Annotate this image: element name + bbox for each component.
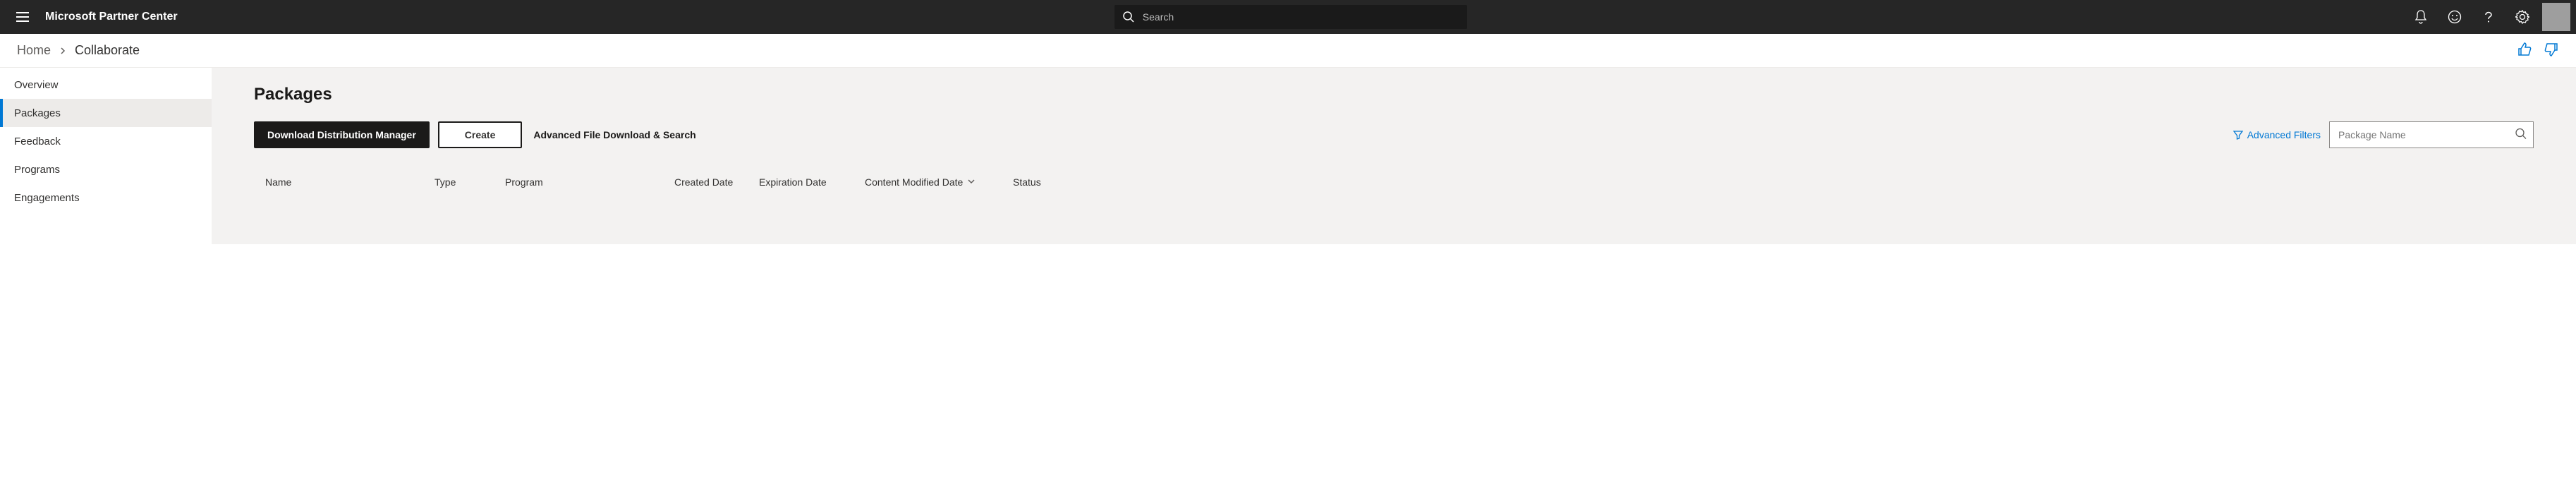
thumbs-down-icon	[2544, 42, 2559, 57]
breadcrumb-home[interactable]: Home	[17, 43, 51, 58]
search-icon	[2515, 128, 2527, 142]
create-button[interactable]: Create	[438, 121, 523, 148]
toolbar: Download Distribution Manager Create Adv…	[254, 121, 2534, 148]
sidebar: Overview Packages Feedback Programs Enga…	[0, 68, 212, 244]
advanced-filters-link[interactable]: Advanced Filters	[2233, 129, 2321, 140]
chevron-right-icon	[59, 43, 66, 58]
app-title: Microsoft Partner Center	[40, 11, 178, 23]
sidebar-item-label: Programs	[14, 164, 60, 176]
app-header: Microsoft Partner Center	[0, 0, 2576, 34]
help-button[interactable]	[2472, 0, 2505, 34]
column-header-name[interactable]: Name	[265, 176, 435, 188]
search-icon	[1123, 11, 1134, 23]
advanced-filters-label: Advanced Filters	[2247, 129, 2321, 140]
filter-input-wrap	[2329, 121, 2534, 148]
column-header-expiration-date[interactable]: Expiration Date	[759, 176, 865, 188]
smiley-icon	[2448, 10, 2462, 24]
thumbs-down-button[interactable]	[2544, 42, 2559, 59]
breadcrumb-current: Collaborate	[75, 43, 140, 58]
hamburger-icon	[16, 12, 29, 22]
advanced-file-download-link[interactable]: Advanced File Download & Search	[533, 129, 695, 140]
sidebar-item-feedback[interactable]: Feedback	[0, 127, 212, 155]
table-header: Name Type Program Created Date Expiratio…	[254, 176, 2534, 188]
thumbs-up-button[interactable]	[2517, 42, 2532, 59]
sidebar-item-packages[interactable]: Packages	[0, 99, 212, 127]
gear-icon	[2515, 10, 2529, 24]
sidebar-item-programs[interactable]: Programs	[0, 155, 212, 184]
column-header-program[interactable]: Program	[505, 176, 674, 188]
main-content: Packages Download Distribution Manager C…	[212, 68, 2576, 244]
sidebar-item-label: Feedback	[14, 136, 61, 148]
thumbs-up-icon	[2517, 42, 2532, 57]
column-header-type[interactable]: Type	[435, 176, 505, 188]
avatar[interactable]	[2542, 3, 2570, 31]
sidebar-item-label: Engagements	[14, 192, 80, 204]
breadcrumb-bar: Home Collaborate	[0, 34, 2576, 68]
column-header-created-date[interactable]: Created Date	[674, 176, 759, 188]
bell-icon	[2414, 10, 2427, 24]
question-icon	[2482, 11, 2495, 23]
download-distribution-manager-button[interactable]: Download Distribution Manager	[254, 121, 430, 148]
filter-icon	[2233, 130, 2243, 140]
column-header-status[interactable]: Status	[1013, 176, 1069, 188]
settings-button[interactable]	[2505, 0, 2539, 34]
page-feedback	[2517, 42, 2559, 59]
body: Overview Packages Feedback Programs Enga…	[0, 68, 2576, 244]
column-header-content-modified-date[interactable]: Content Modified Date	[865, 176, 1013, 188]
chevron-down-icon	[967, 176, 976, 188]
package-name-filter-input[interactable]	[2329, 121, 2534, 148]
sidebar-item-label: Overview	[14, 79, 59, 91]
sidebar-item-overview[interactable]: Overview	[0, 71, 212, 99]
breadcrumb: Home Collaborate	[17, 43, 140, 58]
sidebar-item-engagements[interactable]: Engagements	[0, 184, 212, 212]
notifications-button[interactable]	[2404, 0, 2438, 34]
header-right	[2404, 0, 2570, 34]
search-box[interactable]	[1114, 5, 1467, 29]
search-input[interactable]	[1143, 11, 1459, 23]
header-center	[178, 5, 2404, 29]
hamburger-menu-button[interactable]	[6, 0, 40, 34]
page-heading: Packages	[254, 85, 2534, 104]
feedback-smiley-button[interactable]	[2438, 0, 2472, 34]
sidebar-item-label: Packages	[14, 107, 61, 119]
